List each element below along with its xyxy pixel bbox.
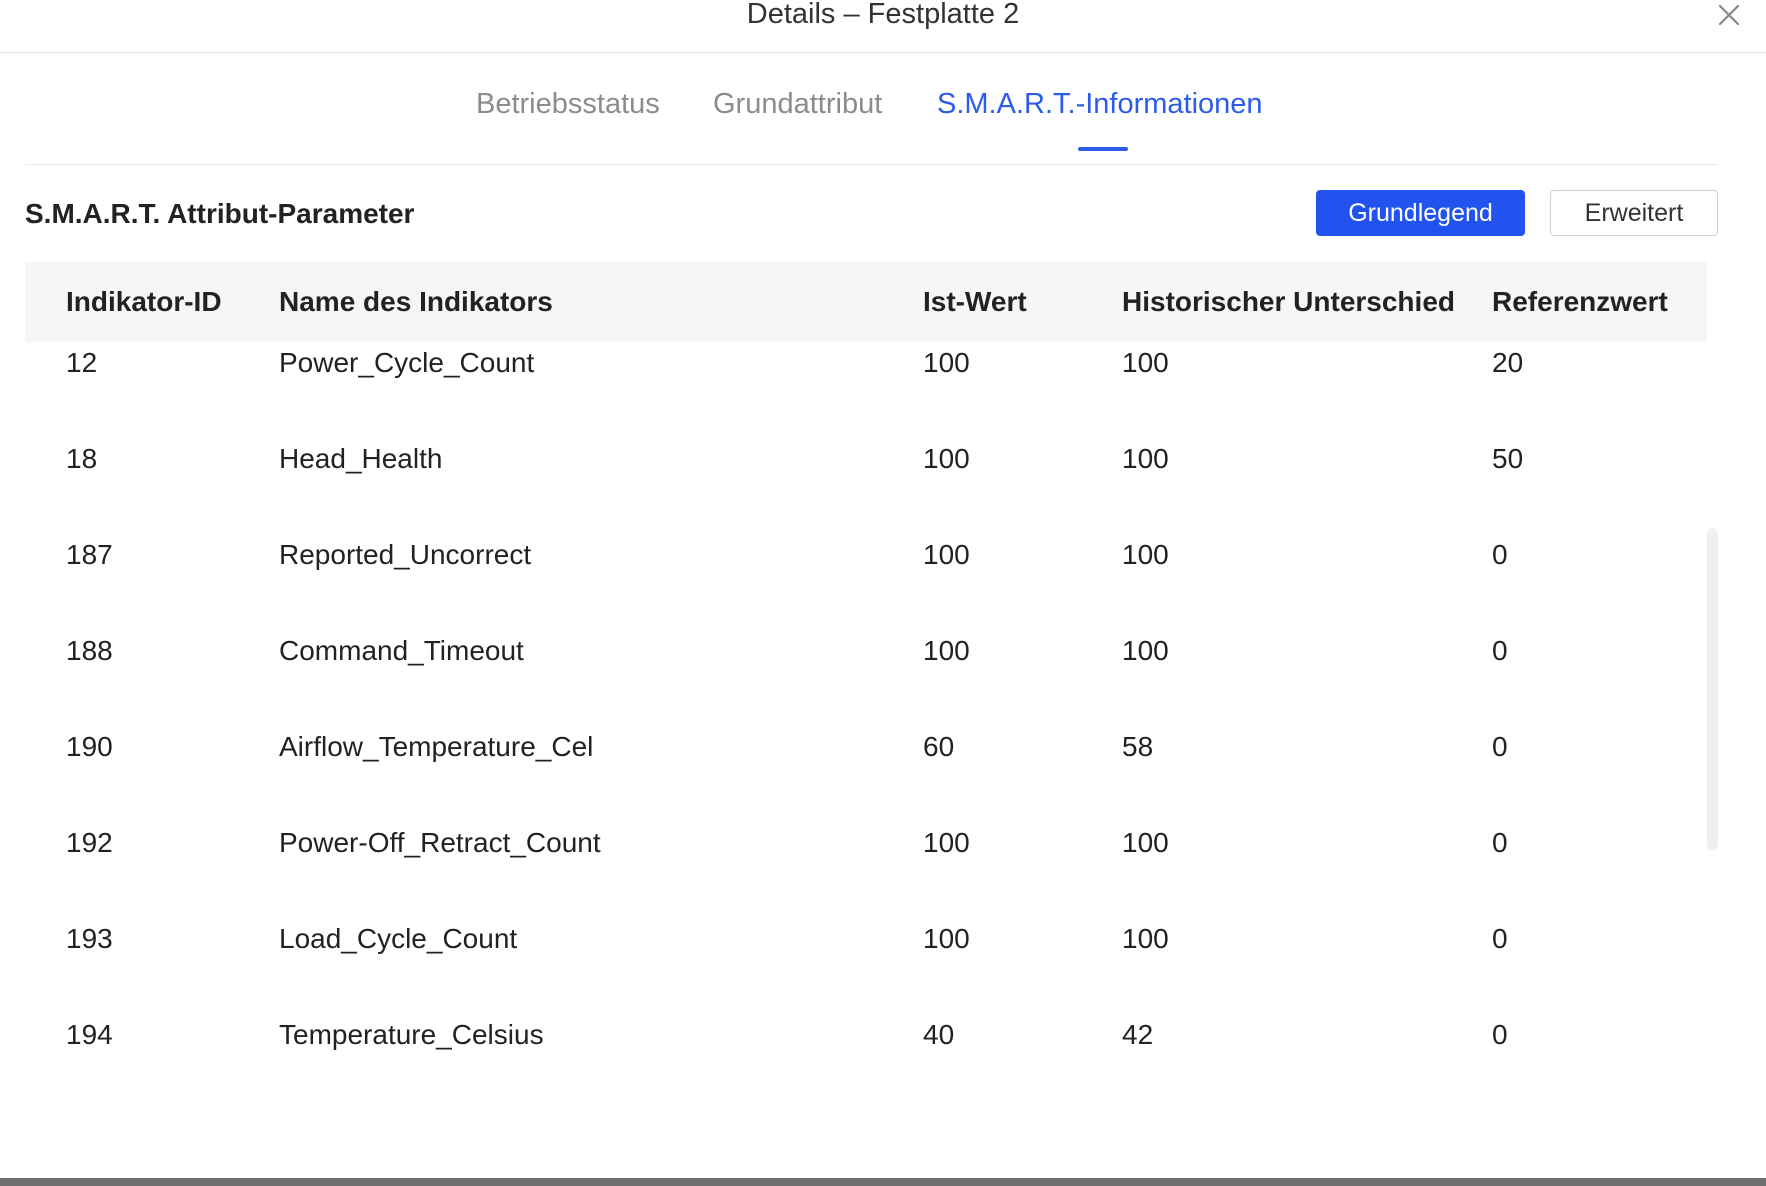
cell-history: 100 (1122, 923, 1169, 954)
cell-current: 100 (923, 923, 970, 954)
cell-name: Reported_Uncorrect (279, 539, 532, 570)
cell-reference: 50 (1492, 443, 1524, 474)
cell-current: 100 (923, 635, 970, 666)
table-row: 12 Power_Cycle_Count 100 100 20 (25, 342, 1707, 438)
cell-id: 194 (66, 1019, 113, 1050)
cell-name: Temperature_Celsius (279, 1019, 544, 1050)
cell-history: 100 (1122, 635, 1169, 666)
cell-name: Power-Off_Retract_Count (279, 827, 601, 858)
table-row: 187 Reported_Uncorrect 100 100 0 (25, 534, 1707, 630)
table-row: 190 Airflow_Temperature_Cel 60 58 0 (25, 726, 1707, 822)
bottom-edge-bar (0, 1178, 1766, 1186)
basic-view-button[interactable]: Grundlegend (1316, 190, 1525, 236)
cell-history: 42 (1122, 1019, 1154, 1050)
cell-name: Command_Timeout (279, 635, 524, 666)
table-body[interactable]: 12 Power_Cycle_Count 100 100 20 18 Head_… (25, 342, 1707, 1127)
cell-name: Load_Cycle_Count (279, 923, 518, 954)
cell-name: Power_Cycle_Count (279, 347, 535, 378)
tab-smart-informationen[interactable]: S.M.A.R.T.-Informationen (937, 84, 1263, 124)
tab-bar: Betriebsstatus Grundattribut S.M.A.R.T.-… (25, 52, 1717, 165)
column-header-reference: Referenzwert (1492, 286, 1668, 317)
cell-reference: 0 (1492, 731, 1508, 762)
cell-current: 100 (923, 539, 970, 570)
cell-id: 18 (66, 443, 98, 474)
cell-name: Head_Health (279, 443, 443, 474)
cell-current: 100 (923, 827, 970, 858)
dialog-header: Details – Festplatte 2 (0, 0, 1766, 53)
cell-id: 188 (66, 635, 113, 666)
table-row: 194 Temperature_Celsius 40 42 0 (25, 1014, 1707, 1110)
close-icon[interactable] (1716, 2, 1742, 28)
column-header-current: Ist-Wert (923, 286, 1027, 317)
cell-current: 100 (923, 347, 970, 378)
cell-current: 100 (923, 443, 970, 474)
table-row: 192 Power-Off_Retract_Count 100 100 0 (25, 822, 1707, 918)
cell-history: 100 (1122, 827, 1169, 858)
cell-reference: 0 (1492, 635, 1508, 666)
cell-name: Airflow_Temperature_Cel (279, 731, 594, 762)
cell-id: 187 (66, 539, 113, 570)
cell-history: 100 (1122, 347, 1169, 378)
cell-id: 12 (66, 347, 98, 378)
section-title: S.M.A.R.T. Attribut-Parameter (25, 198, 415, 229)
cell-current: 40 (923, 1019, 955, 1050)
table-header: Indikator-ID Name des Indikators Ist-Wer… (25, 262, 1707, 342)
cell-id: 190 (66, 731, 113, 762)
cell-history: 100 (1122, 443, 1169, 474)
cell-reference: 0 (1492, 539, 1508, 570)
column-header-name: Name des Indikators (279, 286, 553, 317)
tab-betriebsstatus[interactable]: Betriebsstatus (476, 84, 660, 124)
cell-reference: 0 (1492, 1019, 1508, 1050)
tab-grundattribut[interactable]: Grundattribut (713, 84, 882, 124)
cell-id: 192 (66, 827, 113, 858)
cell-history: 58 (1122, 731, 1154, 762)
table-row: 18 Head_Health 100 100 50 (25, 438, 1707, 534)
active-tab-indicator (1078, 147, 1128, 151)
dialog-title: Details – Festplatte 2 (746, 0, 1020, 30)
cell-id: 193 (66, 923, 113, 954)
advanced-view-button[interactable]: Erweitert (1550, 190, 1718, 236)
vertical-scrollbar[interactable] (1707, 528, 1718, 850)
cell-reference: 0 (1492, 827, 1508, 858)
cell-reference: 0 (1492, 923, 1508, 954)
cell-reference: 20 (1492, 347, 1524, 378)
table-row: 188 Command_Timeout 100 100 0 (25, 630, 1707, 726)
table-row: 193 Load_Cycle_Count 100 100 0 (25, 918, 1707, 1014)
column-header-history: Historischer Unterschied (1122, 286, 1455, 317)
column-header-id: Indikator-ID (66, 286, 222, 317)
cell-history: 100 (1122, 539, 1169, 570)
cell-current: 60 (923, 731, 955, 762)
